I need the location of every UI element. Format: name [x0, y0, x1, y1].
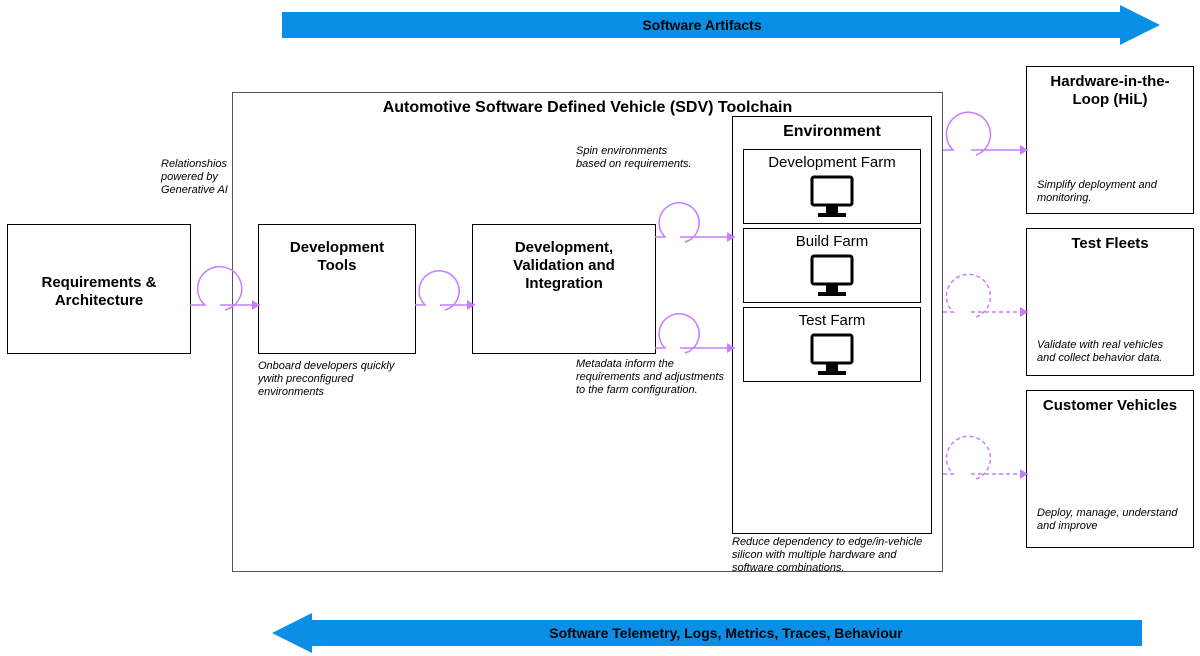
top-arrow-container: Software Artifacts: [282, 6, 1152, 44]
hil-note: Simplify deployment and monitoring.: [1037, 179, 1183, 205]
arrow-left-icon: [272, 613, 312, 653]
spin-note: Spin environments based on requirements.: [576, 145, 696, 171]
loop-arrow-icon: [650, 187, 740, 247]
farm-build-label: Build Farm: [744, 233, 920, 250]
fleets-note: Validate with real vehicles and collect …: [1037, 339, 1183, 365]
environment-title: Environment: [733, 117, 931, 145]
farm-test: Test Farm: [743, 307, 921, 382]
farm-build: Build Farm: [743, 228, 921, 303]
requirements-box: Requirements & Architecture: [7, 224, 191, 354]
farm-dev-label: Development Farm: [744, 154, 920, 171]
dvi-box: Development, Validation and Integration: [472, 224, 656, 354]
loop-arrow-icon: [938, 100, 1033, 160]
fleets-title: Test Fleets: [1037, 235, 1183, 253]
loop-arrow-dashed-icon: [938, 424, 1033, 484]
metadata-note: Metadata inform the requirements and adj…: [576, 358, 726, 398]
top-arrow-label: Software Artifacts: [642, 17, 761, 33]
toolchain-title: Automotive Software Defined Vehicle (SDV…: [233, 99, 942, 117]
dev-tools-box: Development Tools: [258, 224, 416, 354]
environment-box: Environment Development Farm Build Farm …: [732, 116, 932, 534]
bottom-arrow-container: Software Telemetry, Logs, Metrics, Trace…: [272, 614, 1142, 652]
top-arrow-bar: Software Artifacts: [282, 12, 1122, 38]
relationships-note: Relationshios powered by Generative AI: [161, 158, 256, 198]
monitor-icon: [806, 331, 858, 379]
environment-note: Reduce dependency to edge/in-vehicle sil…: [732, 536, 927, 576]
customers-note: Deploy, manage, understand and improve: [1037, 507, 1183, 533]
monitor-icon: [806, 252, 858, 300]
customers-box: Customer Vehicles Deploy, manage, unders…: [1026, 390, 1194, 548]
loop-arrow-icon: [185, 255, 265, 315]
requirements-title: Requirements & Architecture: [35, 266, 162, 312]
dvi-title: Development, Validation and Integration: [473, 231, 655, 295]
loop-arrow-dashed-icon: [938, 262, 1033, 322]
dev-tools-title: Development Tools: [259, 231, 415, 277]
loop-arrow-icon: [410, 255, 480, 315]
bottom-arrow-label: Software Telemetry, Logs, Metrics, Trace…: [549, 625, 903, 641]
monitor-icon: [806, 173, 858, 221]
dev-tools-note: Onboard developers quickly ywith preconf…: [258, 360, 408, 400]
hil-box: Hardware-in-the- Loop (HiL) Simplify dep…: [1026, 66, 1194, 214]
arrow-right-icon: [1120, 5, 1160, 45]
customers-title: Customer Vehicles: [1037, 397, 1183, 415]
hil-title: Hardware-in-the- Loop (HiL): [1037, 73, 1183, 109]
farm-test-label: Test Farm: [744, 312, 920, 329]
fleets-box: Test Fleets Validate with real vehicles …: [1026, 228, 1194, 376]
loop-arrow-icon: [650, 298, 740, 358]
bottom-arrow-bar: Software Telemetry, Logs, Metrics, Trace…: [310, 620, 1142, 646]
farm-dev: Development Farm: [743, 149, 921, 224]
